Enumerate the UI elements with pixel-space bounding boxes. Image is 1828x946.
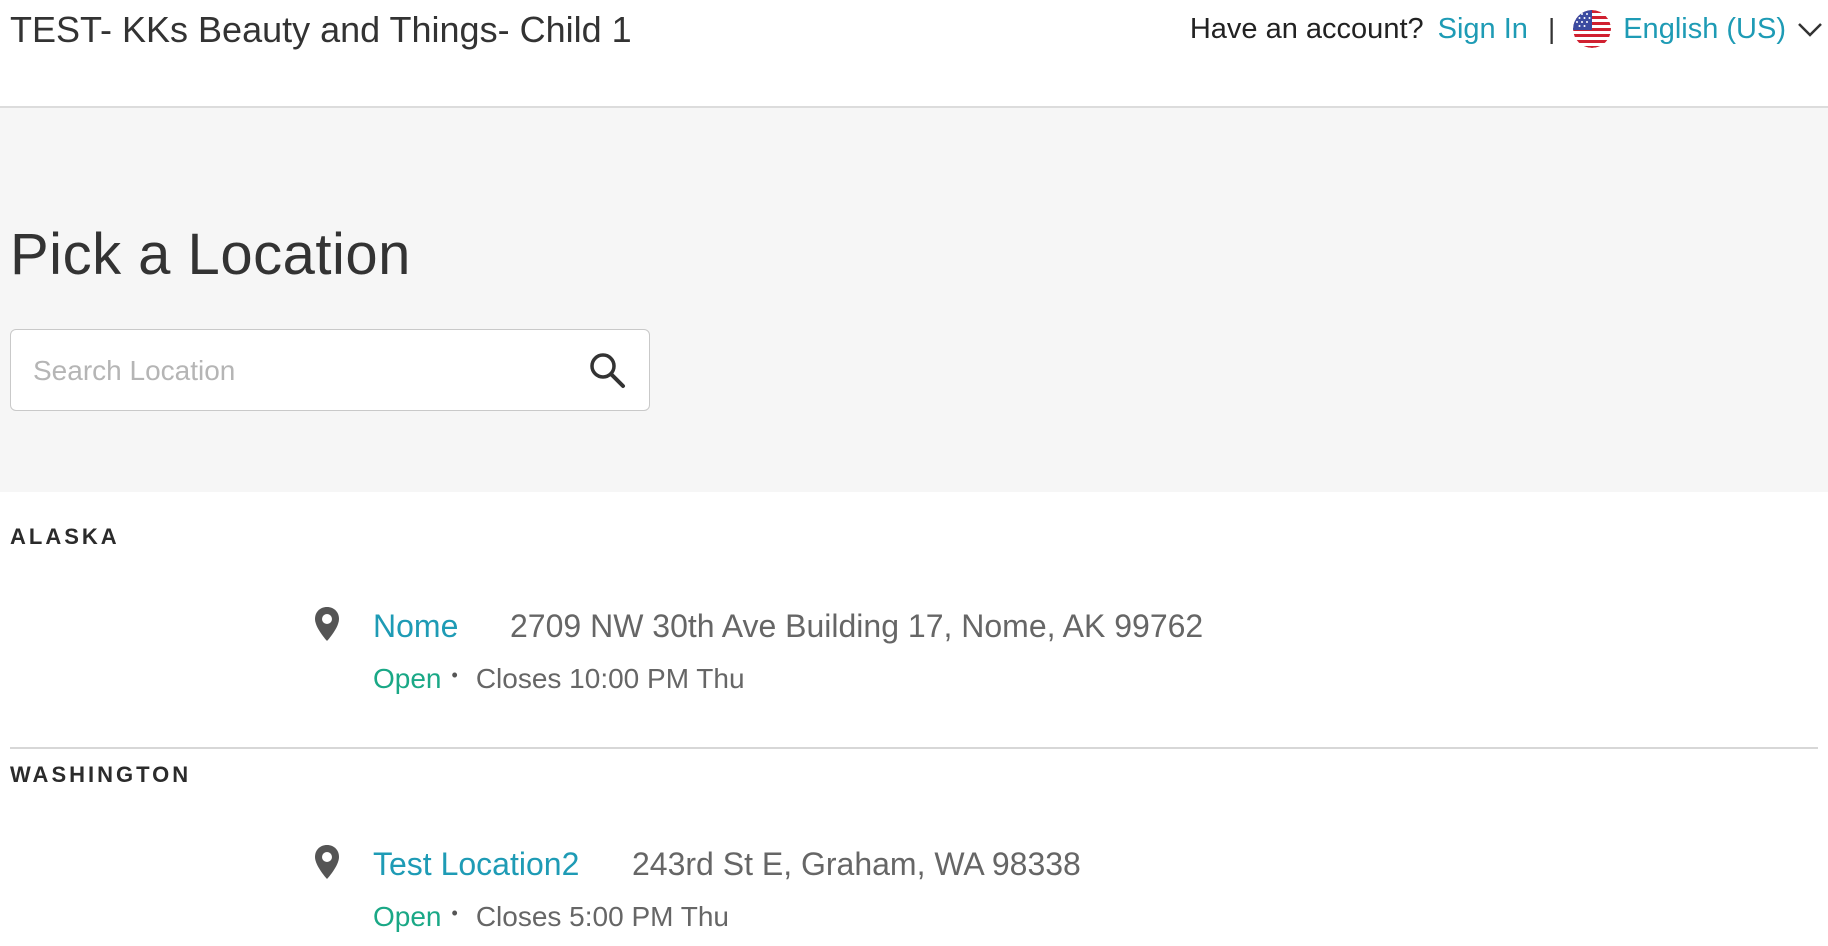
have-account-label: Have an account? <box>1189 12 1424 45</box>
status-separator: • <box>451 902 458 923</box>
us-flag-icon <box>1573 10 1612 48</box>
search-box <box>10 329 650 411</box>
closing-time: Closes 10:00 PM Thu <box>475 663 745 694</box>
top-header: TEST- KKs Beauty and Things- Child 1 Hav… <box>0 0 1828 108</box>
map-pin-icon <box>315 607 339 641</box>
location-status: Open • Closes 5:00 PM Thu <box>373 901 729 933</box>
closing-time: Closes 5:00 PM Thu <box>475 901 729 932</box>
search-input[interactable] <box>31 330 575 411</box>
location-address: 243rd St E, Graham, WA 98338 <box>632 846 1081 882</box>
header-separator: | <box>1547 13 1556 44</box>
region-heading-washington: WASHINGTON <box>10 762 192 787</box>
region-divider <box>10 747 1818 749</box>
language-selector[interactable]: English (US) <box>1623 13 1786 46</box>
status-open: Open <box>373 663 442 694</box>
map-pin-icon <box>315 845 339 879</box>
business-title: TEST- KKs Beauty and Things- Child 1 <box>10 9 632 50</box>
chevron-down-icon[interactable] <box>1796 19 1824 39</box>
region-heading-alaska: ALASKA <box>10 524 120 549</box>
location-name-nome[interactable]: Nome <box>373 608 458 645</box>
location-hero <box>0 108 1828 492</box>
location-name-test-location2[interactable]: Test Location2 <box>373 846 579 883</box>
sign-in-link[interactable]: Sign In <box>1438 13 1528 46</box>
page-title: Pick a Location <box>10 222 411 287</box>
status-separator: • <box>451 664 458 685</box>
account-area: Have an account? Sign In | English (US) <box>1190 8 1824 50</box>
status-open: Open <box>373 901 442 932</box>
search-icon[interactable] <box>587 350 627 390</box>
location-status: Open • Closes 10:00 PM Thu <box>373 663 745 695</box>
location-address: 2709 NW 30th Ave Building 17, Nome, AK 9… <box>510 608 1204 644</box>
